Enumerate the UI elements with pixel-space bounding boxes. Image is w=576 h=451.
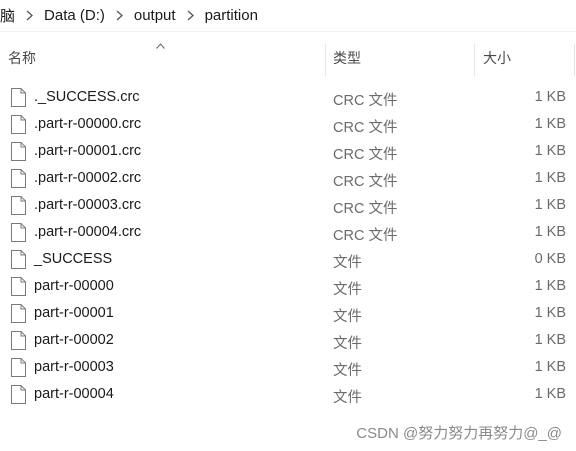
file-row[interactable]: part-r-00001 文件 1 KB (0, 300, 576, 327)
file-icon (11, 250, 26, 269)
file-name: .part-r-00002.crc (34, 170, 142, 186)
file-row[interactable]: .part-r-00003.crc CRC 文件 1 KB (0, 192, 576, 219)
column-header-row: 名称 类型 大小 (0, 40, 576, 76)
file-row[interactable]: ._SUCCESS.crc CRC 文件 1 KB (0, 84, 576, 111)
breadcrumb-item-computer[interactable]: 脑 (0, 5, 15, 26)
file-icon (11, 196, 26, 215)
column-divider[interactable] (325, 44, 326, 76)
file-type: CRC 文件 (333, 174, 398, 190)
file-type: CRC 文件 (333, 93, 398, 109)
file-type: 文件 (333, 363, 362, 379)
file-size: 0 KB (534, 251, 566, 267)
file-icon (11, 88, 26, 107)
file-icon (11, 115, 26, 134)
file-row[interactable]: .part-r-00002.crc CRC 文件 1 KB (0, 165, 576, 192)
breadcrumb-item-partition[interactable]: partition (205, 7, 258, 24)
file-list: ._SUCCESS.crc CRC 文件 1 KB .part-r-00000.crc… (0, 84, 576, 408)
file-icon (11, 277, 26, 296)
column-header-type[interactable]: 类型 (333, 40, 473, 76)
file-name: part-r-00004 (34, 386, 114, 402)
file-icon (11, 331, 26, 350)
file-size: 1 KB (534, 170, 566, 186)
file-size: 1 KB (534, 386, 566, 402)
column-header-size[interactable]: 大小 (483, 40, 573, 76)
file-name: part-r-00002 (34, 332, 114, 348)
file-type: 文件 (333, 336, 362, 352)
chevron-right-icon[interactable] (187, 10, 194, 21)
file-icon (11, 142, 26, 161)
file-size: 1 KB (534, 305, 566, 321)
file-type: 文件 (333, 390, 362, 406)
file-size: 1 KB (534, 224, 566, 240)
file-row[interactable]: part-r-00000 文件 1 KB (0, 273, 576, 300)
file-type: 文件 (333, 309, 362, 325)
file-icon (11, 304, 26, 323)
file-size: 1 KB (534, 143, 566, 159)
file-icon (11, 169, 26, 188)
chevron-right-icon[interactable] (26, 10, 33, 21)
file-name: part-r-00001 (34, 305, 114, 321)
chevron-right-icon[interactable] (116, 10, 123, 21)
file-type: 文件 (333, 255, 362, 271)
breadcrumb: 脑 Data (D:) output partition (0, 0, 576, 32)
file-size: 1 KB (534, 116, 566, 132)
file-type: CRC 文件 (333, 201, 398, 217)
file-size: 1 KB (534, 359, 566, 375)
file-size: 1 KB (534, 332, 566, 348)
file-row[interactable]: .part-r-00001.crc CRC 文件 1 KB (0, 138, 576, 165)
file-type: 文件 (333, 282, 362, 298)
file-name: _SUCCESS (34, 251, 113, 267)
file-type: CRC 文件 (333, 228, 398, 244)
file-size: 1 KB (534, 197, 566, 213)
file-name: ._SUCCESS.crc (34, 89, 140, 105)
file-size: 1 KB (534, 278, 566, 294)
file-name: .part-r-00004.crc (34, 224, 142, 240)
file-type: CRC 文件 (333, 147, 398, 163)
file-name: part-r-00000 (34, 278, 114, 294)
file-name: .part-r-00003.crc (34, 197, 142, 213)
file-row[interactable]: part-r-00004 文件 1 KB (0, 381, 576, 408)
file-name: .part-r-00001.crc (34, 143, 142, 159)
column-divider[interactable] (574, 44, 575, 76)
breadcrumb-item-drive[interactable]: Data (D:) (44, 7, 105, 24)
column-divider[interactable] (474, 44, 475, 76)
file-name: part-r-00003 (34, 359, 114, 375)
file-type: CRC 文件 (333, 120, 398, 136)
file-name: .part-r-00000.crc (34, 116, 142, 132)
file-row[interactable]: .part-r-00000.crc CRC 文件 1 KB (0, 111, 576, 138)
column-header-name[interactable]: 名称 (8, 40, 325, 76)
file-size: 1 KB (534, 89, 566, 105)
watermark: CSDN @努力努力再努力@_@ (356, 425, 562, 442)
file-icon (11, 358, 26, 377)
file-row[interactable]: .part-r-00004.crc CRC 文件 1 KB (0, 219, 576, 246)
file-row[interactable]: part-r-00002 文件 1 KB (0, 327, 576, 354)
breadcrumb-item-output[interactable]: output (134, 7, 176, 24)
file-icon (11, 385, 26, 404)
file-icon (11, 223, 26, 242)
file-row[interactable]: part-r-00003 文件 1 KB (0, 354, 576, 381)
file-row[interactable]: _SUCCESS 文件 0 KB (0, 246, 576, 273)
